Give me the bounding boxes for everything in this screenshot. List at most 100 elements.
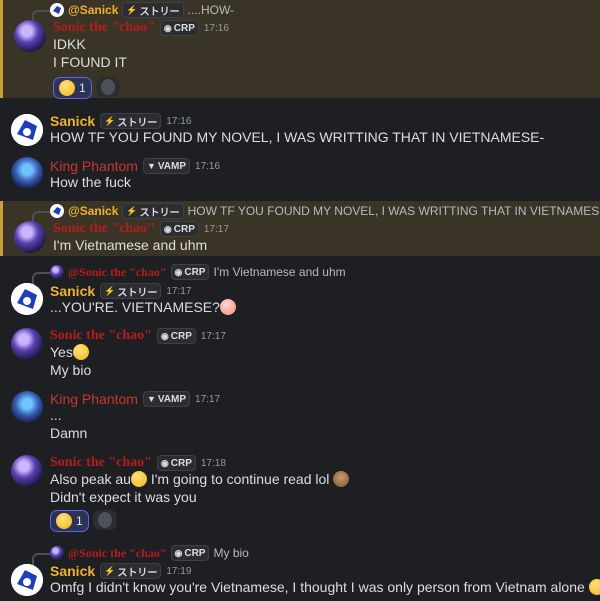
crying-laughing-emoji [59, 80, 75, 96]
mask-icon: ◉ [163, 223, 172, 234]
message-line: Also peak au I'm going to continue read … [50, 471, 350, 487]
reply-role-tag: ⚡ ストリー [122, 2, 184, 18]
crying-laughing-emoji [56, 513, 72, 529]
message-6[interactable]: King Phantom ▼ VAMP 17:17 ... Damn [0, 389, 600, 444]
avatar[interactable] [11, 114, 43, 146]
reactions: 1 [53, 77, 120, 99]
avatar[interactable] [11, 328, 43, 360]
role-tag: ◉ CRP [159, 20, 199, 36]
message-text: I'm going to continue read lol [150, 471, 330, 487]
reply-preview[interactable]: @Sanick ⚡ ストリー HOW TF YOU FOUND MY NOVEL,… [32, 202, 600, 225]
message-line: Didn't expect it was you [50, 489, 197, 505]
timestamp: 17:16 [195, 160, 221, 172]
message-7[interactable]: Sonic the "chao" ◉ CRP 17:18 Also peak au… [0, 453, 600, 533]
role-tag: ◉ CRP [156, 455, 196, 471]
message-header: Sanick ⚡ ストリー 17:17 [50, 282, 191, 300]
reply-spine [32, 272, 50, 286]
avatar[interactable] [11, 157, 43, 189]
fangs-icon: ▼ [146, 161, 156, 171]
timestamp: 17:16 [203, 22, 229, 34]
avatar[interactable] [11, 455, 43, 487]
message-line: My bio [50, 362, 92, 378]
reply-text[interactable]: ....HOW- [188, 3, 234, 17]
message-header: King Phantom ▼ VAMP 17:17 [50, 390, 220, 408]
mask-icon: ◉ [174, 547, 183, 558]
reply-preview[interactable]: @Sanick ⚡ ストリー ....HOW- [32, 1, 234, 24]
author-name[interactable]: Sonic the "chao" [50, 455, 152, 471]
message-3[interactable]: @Sanick ⚡ ストリー HOW TF YOU FOUND MY NOVEL,… [0, 201, 600, 256]
mask-icon: ◉ [160, 457, 169, 468]
reply-role-tag: ◉ CRP [170, 545, 210, 561]
role-tag: ◉ CRP [156, 328, 196, 344]
timestamp: 17:18 [200, 457, 226, 469]
reply-avatar [50, 204, 64, 218]
avatar[interactable] [11, 391, 43, 423]
lightning-icon: ⚡ [104, 115, 116, 126]
message-line: ... [50, 407, 62, 423]
author-name[interactable]: King Phantom [50, 158, 138, 174]
author-name[interactable]: Sonic the "chao" [53, 20, 155, 36]
message-8[interactable]: @Sonic the "chao" ◉ CRP My bio Sanick ⚡ スト… [0, 544, 600, 601]
add-reaction-icon [97, 512, 112, 528]
role-tag: ⚡ ストリー [100, 283, 162, 299]
author-name[interactable]: Sanick [50, 113, 95, 129]
message-1[interactable]: Sanick ⚡ ストリー 17:16 HOW TF YOU FOUND MY N… [0, 110, 600, 150]
add-reaction-button[interactable] [95, 77, 120, 97]
add-reaction-button[interactable] [92, 510, 117, 530]
reply-author[interactable]: @Sonic the "chao" [68, 265, 167, 280]
reply-avatar [50, 265, 64, 279]
reply-preview[interactable]: @Sonic the "chao" ◉ CRP I'm Vietnamese an… [32, 263, 346, 286]
message-header: Sanick ⚡ ストリー 17:16 [50, 112, 191, 130]
message-text: Yes [50, 344, 73, 360]
message-header: King Phantom ▼ VAMP 17:16 [50, 157, 220, 175]
message-header: Sanick ⚡ ストリー 17:19 [50, 562, 191, 580]
reply-avatar [50, 3, 64, 17]
timestamp: 17:17 [203, 223, 229, 235]
crying-laughing-emoji [72, 344, 89, 360]
author-name[interactable]: Sonic the "chao" [53, 221, 155, 237]
reactions: 1 [50, 510, 117, 532]
reply-role-tag: ⚡ ストリー [122, 203, 184, 219]
reaction-button[interactable]: 1 [53, 77, 92, 99]
message-line: How the fuck [50, 174, 131, 190]
timestamp: 17:17 [200, 330, 226, 342]
author-name[interactable]: Sanick [50, 283, 95, 299]
reply-author[interactable]: @Sanick [68, 3, 118, 17]
message-header: Sonic the "chao" ◉ CRP 17:17 [53, 220, 229, 238]
mask-icon: ◉ [174, 266, 183, 277]
avatar[interactable] [11, 283, 43, 315]
owl-emoji [333, 471, 350, 487]
lightning-icon: ⚡ [104, 285, 116, 296]
message-4[interactable]: @Sonic the "chao" ◉ CRP I'm Vietnamese an… [0, 263, 600, 318]
author-name[interactable]: King Phantom [50, 391, 138, 407]
message-line: Omfg I didn't know you're Vietnamese, I … [50, 579, 600, 595]
reply-text[interactable]: My bio [213, 546, 248, 560]
message-line: Damn [50, 425, 88, 441]
avatar[interactable] [14, 20, 46, 52]
reply-text[interactable]: HOW TF YOU FOUND MY NOVEL, I WAS WRITTIN… [188, 204, 600, 218]
reply-role-tag: ◉ CRP [170, 264, 210, 280]
avatar[interactable] [14, 221, 46, 253]
message-line: Yes [50, 344, 89, 360]
lightning-icon: ⚡ [104, 565, 116, 576]
message-line: HOW TF YOU FOUND MY NOVEL, I WAS WRITTIN… [50, 129, 545, 145]
message-5[interactable]: Sonic the "chao" ◉ CRP 17:17 Yes My bio [0, 326, 600, 381]
reply-text[interactable]: I'm Vietnamese and uhm [213, 265, 345, 279]
role-tag: ▼ VAMP [142, 158, 191, 174]
author-name[interactable]: Sanick [50, 563, 95, 579]
message-2[interactable]: King Phantom ▼ VAMP 17:16 How the fuck [0, 155, 600, 195]
timestamp: 17:17 [166, 285, 192, 297]
reply-author[interactable]: @Sonic the "chao" [68, 546, 167, 561]
message-line: I FOUND IT [53, 54, 127, 70]
reply-author[interactable]: @Sanick [68, 204, 118, 218]
message-header: Sonic the "chao" ◉ CRP 17:18 [50, 454, 226, 472]
message-text: ...YOU'RE. VIETNAMESE? [50, 299, 220, 315]
avatar[interactable] [11, 564, 43, 596]
reply-preview[interactable]: @Sonic the "chao" ◉ CRP My bio [32, 544, 249, 567]
reaction-button[interactable]: 1 [50, 510, 89, 532]
message-line: I'm Vietnamese and uhm [53, 237, 208, 253]
message-line: IDKK [53, 36, 86, 52]
author-name[interactable]: Sonic the "chao" [50, 328, 152, 344]
message-0[interactable]: @Sanick ⚡ ストリー ....HOW- Sonic the "chao" … [0, 0, 600, 99]
message-header: Sonic the "chao" ◉ CRP 17:16 [53, 19, 229, 37]
